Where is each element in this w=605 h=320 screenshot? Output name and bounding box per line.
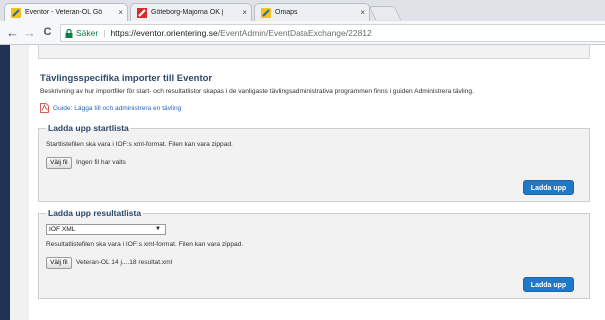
format-select-value: IOF XML [49, 226, 76, 233]
tab-title: Eventor - Veteran-OL Gö [25, 9, 103, 16]
left-sidebar-strip [0, 45, 10, 320]
main-content: Tävlingsspecifika importer till Eventor … [29, 45, 605, 320]
chevron-down-icon: ▼ [155, 226, 161, 232]
eventor-favicon-icon [11, 7, 21, 18]
tab-close-icon[interactable]: × [242, 8, 247, 17]
startlist-info: Startlistefilen ska vara i IOF:s xml-for… [46, 141, 233, 148]
reload-button[interactable]: C [40, 25, 55, 40]
omaps-favicon-icon [261, 7, 271, 18]
page-viewport: Tävlingsspecifika importer till Eventor … [0, 45, 605, 320]
tab-eventor[interactable]: Eventor - Veteran-OL Gö × [4, 3, 128, 21]
address-separator: | [103, 28, 106, 38]
guide-link-text[interactable]: Guide: Lägga till och administrera en tä… [53, 105, 181, 112]
startlist-legend: Ladda upp startlista [46, 123, 131, 133]
startlist-choose-file-button[interactable]: Välj fil [46, 157, 72, 169]
forward-button[interactable]: → [22, 25, 37, 40]
url-path: /EventAdmin/EventDataExchange/22812 [217, 28, 372, 38]
tab-close-icon[interactable]: × [360, 8, 365, 17]
pdf-icon [40, 103, 49, 113]
resultlist-legend: Ladda upp resultatlista [46, 208, 144, 218]
browser-tab-strip: Eventor - Veteran-OL Gö × Göteborg-Major… [0, 0, 605, 21]
format-select[interactable]: IOF XML ▼ [46, 224, 166, 235]
resultlist-upload-button[interactable]: Ladda upp [523, 277, 574, 292]
startlist-file-name: Ingen fil har valts [76, 159, 126, 166]
tab-omaps[interactable]: Omaps × [254, 3, 370, 21]
page-description: Beskrivning av hur importfiler för start… [40, 88, 474, 95]
gmok-favicon-icon [137, 7, 147, 18]
tab-close-icon[interactable]: × [118, 8, 123, 17]
address-bar[interactable]: Säker | https://eventor.orientering.se /… [60, 24, 605, 42]
lock-icon [65, 28, 73, 38]
back-button[interactable]: ← [5, 25, 20, 40]
url-host: https://eventor.orientering.se [110, 28, 218, 38]
resultlist-section: Ladda upp resultatlista IOF XML ▼ Result… [38, 208, 590, 299]
startlist-upload-button[interactable]: Ladda upp [523, 180, 574, 195]
resultlist-choose-file-button[interactable]: Välj fil [46, 257, 72, 269]
tab-title: Omaps [275, 9, 298, 16]
tab-goteborg-majorna[interactable]: Göteborg-Majorna OK | × [130, 3, 252, 21]
resultlist-info: Resultatlistefilen ska vara i IOF:s xml-… [46, 241, 244, 248]
page-title: Tävlingsspecifika importer till Eventor [40, 73, 213, 84]
tab-title: Göteborg-Majorna OK | [151, 9, 224, 16]
guide-link[interactable]: Guide: Lägga till och administrera en tä… [40, 103, 181, 113]
top-panel [38, 45, 590, 59]
startlist-section: Ladda upp startlista Startlistefilen ska… [38, 123, 590, 202]
secure-label: Säker [76, 28, 99, 38]
browser-toolbar: ← → C Säker | https://eventor.orienterin… [0, 21, 605, 45]
resultlist-file-name: Veteran-OL 14 j....18 resultat.xml [76, 259, 173, 266]
new-tab-button[interactable] [368, 6, 402, 20]
